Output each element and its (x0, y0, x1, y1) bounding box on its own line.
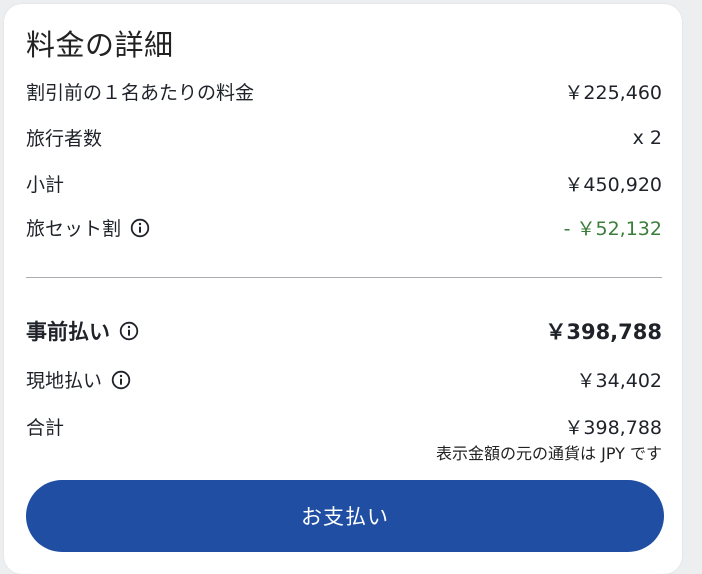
bundle-discount-label-group: 旅セット割 (26, 214, 151, 241)
pay-at-property-label: 現地払い (26, 370, 103, 392)
prepay-value: ￥398,788 (545, 320, 662, 344)
row-prepay: 事前払い ￥398,788 (26, 316, 662, 346)
row-price-per-person: 割引前の１名あたりの料金 ￥225,460 (26, 78, 662, 105)
pay-at-property-value: ￥34,402 (576, 370, 662, 392)
info-icon[interactable] (118, 320, 140, 342)
bundle-discount-label: 旅セット割 (26, 218, 122, 240)
total-value: ￥398,788 (564, 417, 662, 439)
row-travelers: 旅行者数 x 2 (26, 124, 662, 151)
subtotal-label: 小計 (26, 174, 65, 196)
pay-button-label: お支払い (301, 505, 389, 529)
total-label: 合計 (26, 417, 65, 439)
price-per-person-value: ￥225,460 (564, 82, 662, 104)
row-bundle-discount: 旅セット割 - ￥52,132 (26, 214, 662, 241)
row-pay-at-property: 現地払い ￥34,402 (26, 366, 662, 393)
price-details-card: 料金の詳細 割引前の１名あたりの料金 ￥225,460 旅行者数 x 2 小計 … (4, 4, 682, 574)
info-icon[interactable] (129, 217, 151, 239)
info-icon[interactable] (110, 369, 132, 391)
prepay-label-group: 事前払い (26, 316, 140, 346)
scrollbar-track[interactable] (688, 0, 702, 561)
travelers-value: x 2 (632, 126, 662, 149)
bundle-discount-value: - ￥52,132 (563, 218, 662, 240)
page-title: 料金の詳細 (26, 28, 174, 62)
currency-note: 表示金額の元の通貨は JPY です (436, 444, 662, 463)
pay-button[interactable]: お支払い (26, 480, 664, 552)
price-per-person-label: 割引前の１名あたりの料金 (26, 82, 255, 104)
pay-at-property-label-group: 現地払い (26, 366, 132, 393)
row-subtotal: 小計 ￥450,920 (26, 170, 662, 197)
travelers-label: 旅行者数 (26, 128, 103, 150)
prepay-label: 事前払い (26, 320, 110, 344)
divider (26, 277, 662, 278)
subtotal-value: ￥450,920 (564, 174, 662, 196)
row-total: 合計 ￥398,788 (26, 413, 662, 440)
